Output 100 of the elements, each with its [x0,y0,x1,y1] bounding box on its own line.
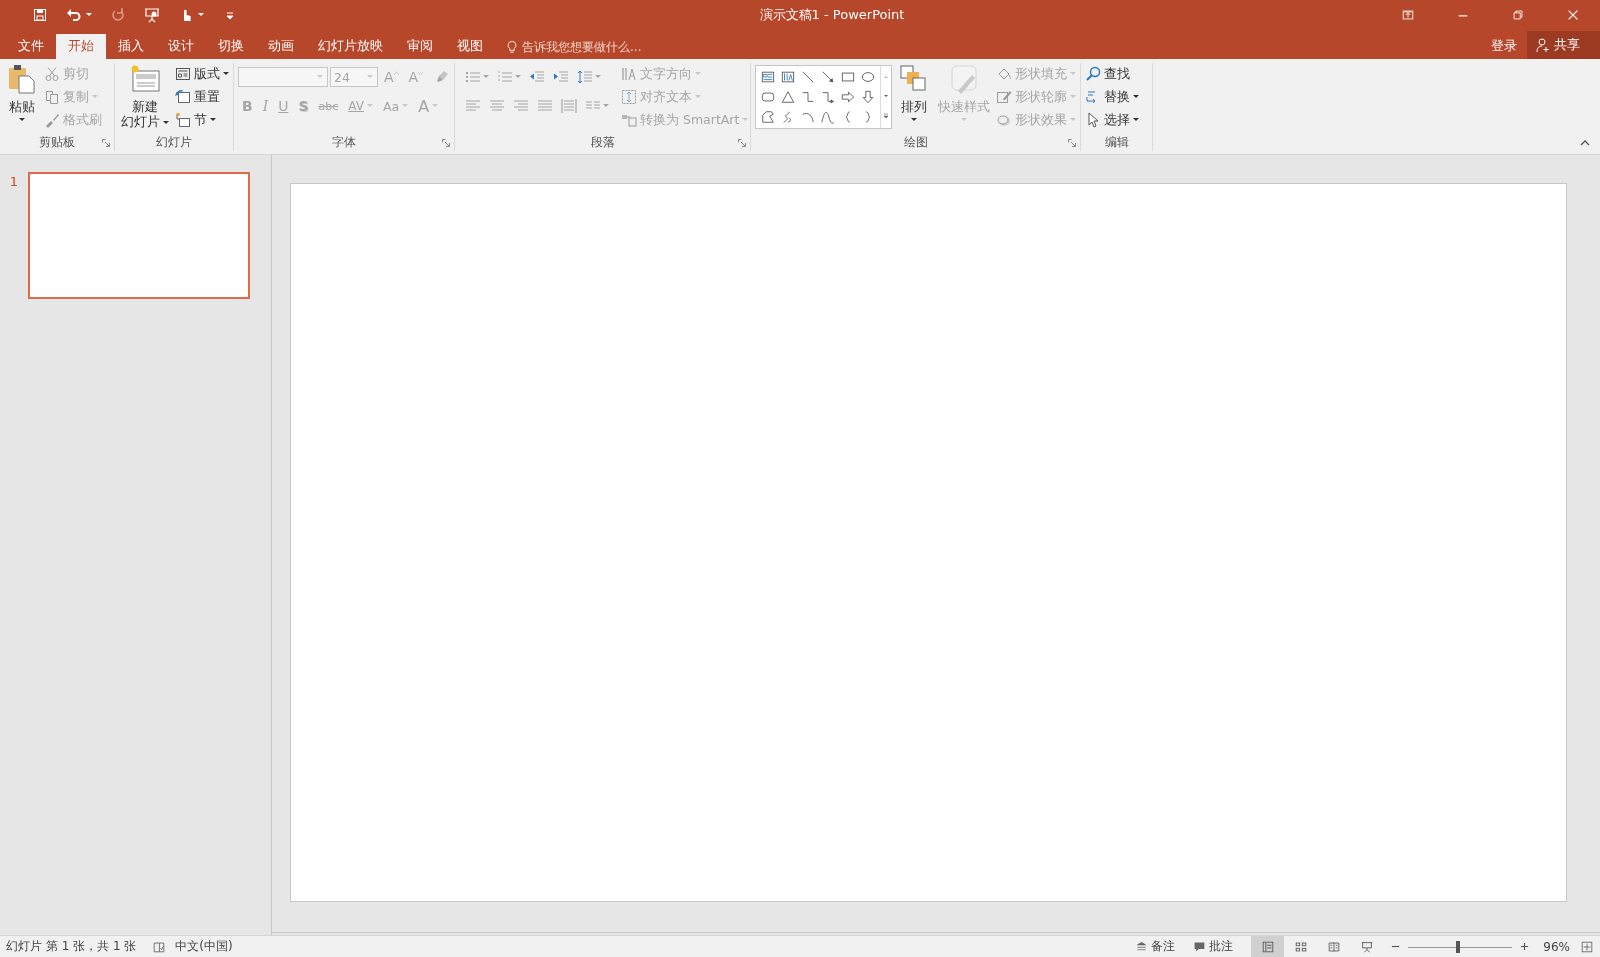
replace-button[interactable]: 替换 [1085,87,1139,107]
align-right-icon [513,98,529,114]
notes-button[interactable]: 备注 [1135,938,1176,955]
elbow-arrow-icon[interactable] [821,90,835,104]
freeform-icon[interactable] [761,110,775,124]
numbering-icon [497,69,513,85]
language-indicator[interactable]: 中文(中国) [175,938,233,955]
align-left-icon [465,98,481,114]
ribbon-tab[interactable]: 切换 [206,34,256,59]
rounded-rectangle-icon[interactable] [761,90,775,104]
arrange-button[interactable]: 排列 [896,63,932,122]
group-label: 剪贴板 [39,133,75,151]
slide-thumbnail[interactable] [28,172,250,299]
projector-screen-button[interactable] [144,7,160,23]
notes-icon [1135,940,1149,953]
vertical-text-box-icon[interactable] [781,70,795,84]
group-label: 段落 [590,133,615,151]
curve-icon[interactable] [821,110,835,124]
zoom-in-icon[interactable] [1520,942,1530,951]
caret-icon [367,75,373,79]
paste-button[interactable]: 粘贴 [4,63,40,122]
caret-icon [1133,95,1139,99]
ribbon-tab[interactable]: 文件 [6,34,56,59]
ribbon-display-options-icon[interactable] [1401,8,1415,22]
reset-button[interactable]: 重置 [175,87,229,107]
brush-icon [948,63,980,95]
caret-icon [92,95,98,99]
caret-icon [911,118,917,122]
tell-me-field[interactable]: 告诉我您想要做什么... [519,39,662,54]
ribbon-tab[interactable]: 插入 [106,34,156,59]
dialog-launcher-icon[interactable] [102,139,110,147]
right-arrow-icon[interactable] [841,90,855,104]
save-button[interactable] [32,7,48,23]
rectangle-icon[interactable] [841,70,855,84]
ribbon-tab[interactable]: 审阅 [395,34,445,59]
select-button[interactable]: 选择 [1085,110,1139,130]
zoom-level[interactable]: 96% [1543,939,1570,954]
undo-icon [66,7,82,23]
clipboard-icon [6,63,38,95]
lightbulb-icon [505,39,519,54]
projector-screen-icon [144,7,160,23]
text-box-icon[interactable] [761,70,775,84]
ribbon-tab[interactable]: 幻灯片放映 [306,34,395,59]
comments-button[interactable]: 批注 [1193,938,1234,955]
search-icon [1085,66,1101,82]
effects-icon [996,112,1012,128]
line-spacing-icon [577,69,593,85]
decrease-indent-icon [529,69,545,85]
slide-sorter-icon [1293,939,1308,954]
ribbon-tab[interactable]: 动画 [256,34,306,59]
justify-icon [537,98,553,114]
reset-icon [175,89,191,105]
caret-icon [603,104,609,108]
elbow-connector-icon[interactable] [801,90,815,104]
ribbon-tab[interactable]: 设计 [156,34,206,59]
share-button[interactable]: 共享 [1527,31,1600,59]
arc-icon[interactable] [801,110,815,124]
new-slide-button[interactable]: 新建 幻灯片 [119,63,171,129]
dialog-launcher-icon[interactable] [738,139,746,147]
ribbon-tab[interactable]: 视图 [445,34,495,59]
dialog-launcher-icon[interactable] [442,139,450,147]
caret-icon [432,104,439,108]
undo-button[interactable] [66,7,92,23]
down-arrow-icon[interactable] [861,90,875,104]
new-slide-icon [129,63,161,95]
zoom-slider[interactable] [1408,939,1513,954]
text-direction-icon [621,66,637,82]
proofing-icon[interactable] [152,939,167,954]
slide-number: 1 [8,173,20,189]
arrow-line-icon[interactable] [821,70,835,84]
caret-icon [198,13,204,17]
copy-icon [44,89,60,105]
close-icon[interactable] [1566,8,1580,22]
caret-icon [742,118,749,122]
normal-view-button[interactable] [1251,936,1285,957]
layout-icon [175,66,191,82]
pen-icon [996,89,1012,105]
caret-icon [210,118,216,122]
group-label: 幻灯片 [156,133,192,151]
dialog-launcher-icon[interactable] [1068,139,1076,147]
paint-bucket-icon [996,66,1012,82]
align-center-icon [489,98,505,114]
person-add-icon [1535,37,1551,53]
zoom-slider-thumb[interactable] [1456,940,1461,953]
triangle-icon[interactable] [781,90,795,104]
normal-view-icon [1260,939,1275,954]
restore-icon[interactable] [1511,8,1525,22]
collapse-ribbon-icon[interactable] [1580,140,1590,146]
ribbon-tab[interactable]: 开始 [56,34,106,59]
caret-up-icon [393,71,399,76]
caret-icon [163,120,169,125]
section-button[interactable]: 节 [175,110,229,130]
group-label: 绘图 [903,133,928,151]
ellipse-icon[interactable] [861,70,875,84]
find-button[interactable]: 查找 [1085,64,1139,84]
caret-icon [515,75,521,79]
layout-button[interactable]: 版式 [175,64,229,84]
sign-in-link[interactable]: 登录 [1481,34,1527,59]
fit-to-window-icon[interactable] [1580,939,1594,954]
line-icon[interactable] [801,70,815,84]
